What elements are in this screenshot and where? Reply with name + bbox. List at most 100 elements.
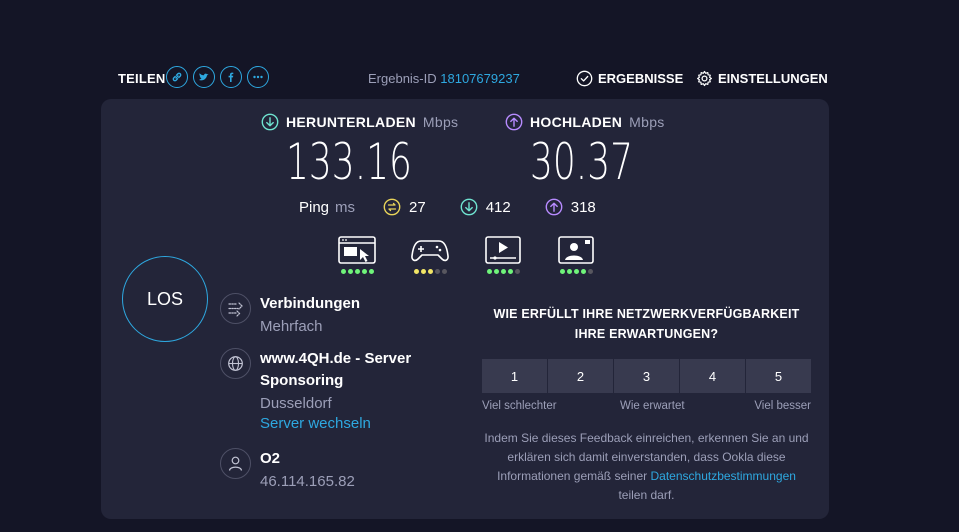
rating-labels: Viel schlechter Wie erwartet Viel besser — [482, 400, 811, 418]
results-label: ERGEBNISSE — [598, 71, 684, 86]
rating-dot — [573, 269, 579, 274]
rating-label-mid: Wie erwartet — [620, 400, 685, 412]
server-location: Dusseldorf — [260, 395, 332, 412]
app-video-chat[interactable] — [556, 235, 596, 274]
user-icon — [220, 448, 251, 479]
facebook-icon[interactable] — [220, 66, 242, 88]
rating-dot — [441, 269, 447, 274]
link-icon[interactable] — [166, 66, 188, 88]
rating-button-5[interactable]: 5 — [746, 359, 811, 393]
web-browsing-icon — [338, 236, 376, 264]
result-panel: HERUNTERLADEN Mbps 133.16 HOCHLADEN Mbps… — [101, 99, 829, 519]
rating-dot — [368, 269, 374, 274]
upload-label: HOCHLADEN — [530, 114, 623, 130]
rating-dot — [493, 269, 499, 274]
download-header: HERUNTERLADEN Mbps — [261, 113, 458, 131]
upload-header: HOCHLADEN Mbps — [505, 113, 665, 131]
rating-dot — [514, 269, 520, 274]
ping-download: 412 — [460, 198, 511, 216]
top-bar: TEILEN Ergebnis-ID 18107679237 ERGEBNISS… — [118, 66, 828, 90]
rating-dots — [559, 269, 593, 274]
rating-dot — [413, 269, 419, 274]
ping-idle-value: 27 — [409, 198, 426, 216]
rating-dot — [587, 269, 593, 274]
feedback-note: Indem Sie dieses Feedback einreichen, er… — [482, 429, 811, 505]
feedback-section: WIE ERFÜLLT IHRE NETZWERKVERFÜGBARKEIT I… — [482, 304, 811, 505]
feedback-note-end: teilen darf. — [618, 488, 675, 502]
rating-dot — [580, 269, 586, 274]
ping-row: Ping ms 27 412 318 — [299, 198, 630, 216]
rating-dot — [340, 269, 346, 274]
provider-ip: 46.114.165.82 — [260, 473, 355, 490]
connections-text: Verbindungen Mehrfach — [260, 293, 460, 335]
ping-idle: 27 — [383, 198, 426, 216]
check-circle-icon — [576, 70, 593, 87]
change-server-link[interactable]: Server wechseln — [260, 415, 460, 432]
app-gaming[interactable] — [410, 235, 450, 274]
privacy-link[interactable]: Datenschutzbestimmungen — [651, 469, 796, 483]
result-id-link[interactable]: 18107679237 — [440, 71, 520, 86]
settings-label: EINSTELLUNGEN — [718, 71, 828, 86]
rating-scale: 1 2 3 4 5 — [482, 359, 811, 393]
rating-dot — [507, 269, 513, 274]
app-web-browsing[interactable] — [337, 235, 377, 274]
provider-title: O2 — [260, 450, 281, 467]
gaming-icon — [411, 240, 449, 262]
rating-button-4[interactable]: 4 — [680, 359, 745, 393]
upload-unit: Mbps — [629, 114, 665, 130]
rating-dot — [559, 269, 565, 274]
video-chat-icon — [558, 236, 594, 264]
rating-dot — [420, 269, 426, 274]
provider-text: O2 46.114.165.82 — [260, 448, 460, 490]
download-label: HERUNTERLADEN — [286, 114, 416, 130]
rating-dot — [486, 269, 492, 274]
results-button[interactable]: ERGEBNISSE — [576, 70, 683, 87]
rating-dots — [340, 269, 374, 274]
rating-button-2[interactable]: 2 — [548, 359, 613, 393]
rating-label-low: Viel schlechter — [482, 400, 557, 412]
gear-icon — [697, 70, 712, 87]
connections-title: Verbindungen — [260, 295, 361, 312]
ping-download-icon — [460, 198, 478, 216]
download-arrow-icon — [261, 113, 279, 131]
rating-dot — [427, 269, 433, 274]
ping-upload-icon — [545, 198, 563, 216]
result-id: Ergebnis-ID 18107679237 — [368, 71, 520, 86]
ping-download-value: 412 — [485, 198, 511, 216]
share-label: TEILEN — [118, 71, 166, 86]
rating-label-high: Viel besser — [754, 400, 811, 412]
video-streaming-icon — [485, 236, 521, 264]
download-speed-value: 133.16 — [286, 133, 412, 191]
rating-dot — [347, 269, 353, 274]
ping-upload-value: 318 — [570, 198, 596, 216]
rating-dot — [354, 269, 360, 274]
more-icon[interactable] — [247, 66, 269, 88]
go-button[interactable]: LOS — [122, 256, 208, 342]
ping-label: Ping — [299, 198, 330, 216]
settings-button[interactable]: EINSTELLUNGEN — [696, 70, 828, 87]
app-ratings — [337, 235, 596, 274]
rating-dot — [500, 269, 506, 274]
globe-icon — [220, 348, 251, 379]
result-id-label: Ergebnis-ID — [368, 71, 437, 86]
upload-block: HOCHLADEN Mbps 30.37 — [505, 113, 665, 191]
server-text: www.4QH.de - Server Sponsoring Dusseldor… — [260, 348, 460, 432]
rating-dots — [413, 269, 447, 274]
twitter-icon[interactable] — [193, 66, 215, 88]
rating-button-3[interactable]: 3 — [614, 359, 679, 393]
rating-button-1[interactable]: 1 — [482, 359, 547, 393]
feedback-question: WIE ERFÜLLT IHRE NETZWERKVERFÜGBARKEIT I… — [493, 307, 800, 341]
ping-unit: ms — [335, 198, 356, 216]
share-icons — [166, 66, 269, 88]
download-block: HERUNTERLADEN Mbps 133.16 — [261, 113, 458, 191]
upload-arrow-icon — [505, 113, 523, 131]
connections-icon — [220, 293, 251, 324]
upload-speed-value: 30.37 — [530, 133, 634, 191]
rating-dot — [566, 269, 572, 274]
connections-value: Mehrfach — [260, 318, 323, 335]
app-video-streaming[interactable] — [483, 235, 523, 274]
rating-dot — [434, 269, 440, 274]
rating-dots — [486, 269, 520, 274]
ping-idle-icon — [383, 198, 401, 216]
rating-dot — [361, 269, 367, 274]
